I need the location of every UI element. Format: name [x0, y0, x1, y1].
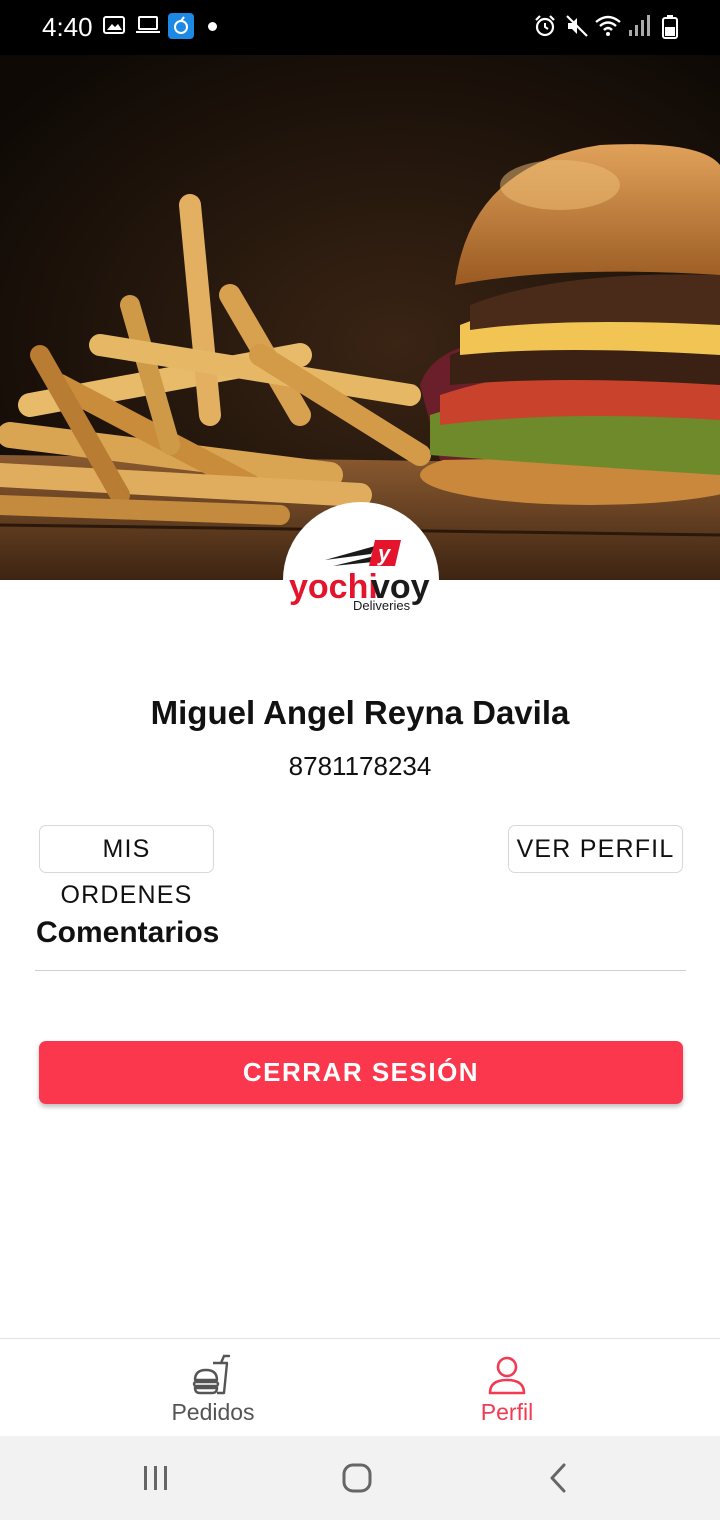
comments-title: Comentarios: [36, 916, 220, 949]
bottom-navigation: Pedidos Perfil: [0, 1338, 720, 1436]
recent-apps-icon[interactable]: [136, 1462, 176, 1496]
signal-icon: [628, 14, 650, 43]
alarm-icon: [533, 14, 557, 43]
logout-button[interactable]: CERRAR SESIÓN: [39, 1041, 683, 1104]
view-profile-button[interactable]: VER PERFIL: [508, 825, 683, 873]
nav-item-pedidos[interactable]: Pedidos: [113, 1339, 313, 1437]
fast-food-icon: [191, 1353, 235, 1397]
app-notification-icon: [168, 13, 194, 44]
dot-icon: [208, 22, 217, 31]
nav-label-perfil: Perfil: [480, 1399, 534, 1425]
comments-divider: [35, 970, 686, 971]
image-icon: [103, 14, 125, 41]
logo-tagline: Deliveries: [353, 598, 411, 613]
nav-item-perfil[interactable]: Perfil: [407, 1339, 607, 1437]
user-name: Miguel Angel Reyna Davila: [150, 694, 570, 731]
yochivoy-logo: y yochi voy Deliveries: [283, 502, 439, 658]
wifi-icon: [594, 14, 622, 43]
status-time: 4:40: [42, 12, 93, 42]
laptop-icon: [135, 14, 161, 41]
status-bar: 4:40: [0, 0, 720, 55]
home-icon[interactable]: [337, 1462, 377, 1496]
user-icon: [485, 1353, 529, 1397]
mute-icon: [565, 14, 589, 43]
battery-icon: [662, 15, 678, 44]
logo-badge-letter: y: [377, 541, 392, 566]
nav-label-pedidos: Pedidos: [171, 1399, 255, 1425]
user-phone: 8781178234: [288, 751, 432, 781]
my-orders-button[interactable]: MIS ORDENES: [39, 825, 214, 909]
back-icon[interactable]: [540, 1462, 580, 1496]
system-navigation-bar: [0, 1436, 720, 1520]
